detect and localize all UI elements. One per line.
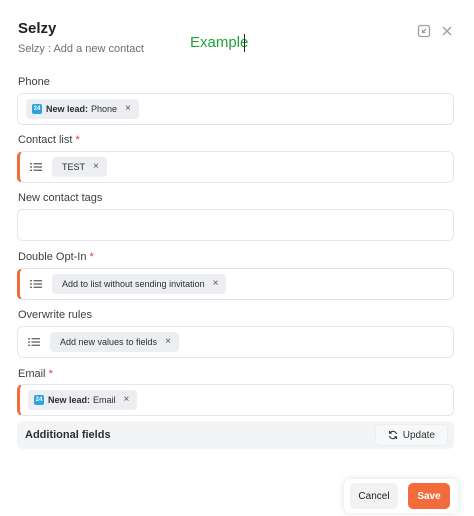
contact-list-label: Contact list * — [18, 134, 80, 146]
remove-chip-icon[interactable]: × — [93, 162, 99, 172]
double-opt-in-chip[interactable]: Add to list without sending invitation × — [52, 274, 227, 294]
collapse-icon[interactable] — [417, 24, 431, 38]
phone-mapping-chip[interactable]: 24 New lead: Phone × — [26, 99, 139, 119]
text-caret — [244, 34, 245, 52]
chip-value: Email — [93, 395, 116, 405]
close-icon[interactable] — [440, 24, 454, 38]
required-mark: * — [75, 134, 80, 146]
overwrite-rules-label: Overwrite rules — [18, 309, 92, 321]
new-contact-tags-label: New contact tags — [18, 192, 103, 204]
update-label: Update — [402, 429, 435, 441]
remove-chip-icon[interactable]: × — [213, 279, 219, 289]
bitrix24-badge-icon: 24 — [34, 395, 44, 405]
chip-value: TEST — [62, 162, 86, 172]
chip-value: Phone — [91, 104, 118, 114]
chip-value: Add to list without sending invitation — [62, 279, 205, 289]
additional-fields-section[interactable]: Additional fields Update — [17, 421, 454, 449]
chip-source-label: New lead: — [48, 395, 91, 405]
required-mark: * — [48, 368, 53, 380]
phone-field[interactable]: 24 New lead: Phone × — [17, 93, 454, 125]
list-icon[interactable] — [28, 335, 42, 349]
dialog-subtitle: Selzy : Add a new contact — [18, 43, 144, 55]
dialog-footer: Cancel Save — [344, 479, 458, 513]
chip-value: Add new values to fields — [60, 337, 158, 347]
remove-chip-icon[interactable]: × — [125, 104, 131, 114]
phone-label: Phone — [18, 76, 50, 88]
remove-chip-icon[interactable]: × — [165, 337, 171, 347]
refresh-icon — [388, 430, 397, 440]
typed-text: Example — [190, 34, 249, 51]
double-opt-in-field[interactable]: Add to list without sending invitation × — [17, 268, 454, 300]
email-mapping-chip[interactable]: 24 New lead: Email × — [28, 390, 138, 410]
double-opt-in-label: Double Opt-In * — [18, 251, 94, 263]
chip-source-label: New lead: — [46, 104, 89, 114]
cancel-button[interactable]: Cancel — [350, 483, 398, 509]
dialog-title: Selzy — [18, 20, 57, 37]
update-button[interactable]: Update — [374, 424, 448, 446]
remove-chip-icon[interactable]: × — [124, 395, 130, 405]
contact-list-chip[interactable]: TEST × — [52, 157, 107, 177]
list-icon[interactable] — [30, 160, 44, 174]
bitrix24-badge-icon: 24 — [32, 104, 42, 114]
email-label: Email * — [18, 368, 53, 380]
overwrite-rules-field[interactable]: Add new values to fields × — [17, 326, 454, 358]
save-button[interactable]: Save — [408, 483, 450, 509]
new-contact-tags-field[interactable] — [17, 209, 454, 241]
overwrite-rules-chip[interactable]: Add new values to fields × — [50, 332, 179, 352]
contact-list-field[interactable]: TEST × — [17, 151, 454, 183]
additional-fields-label: Additional fields — [25, 429, 111, 441]
email-field[interactable]: 24 New lead: Email × — [17, 384, 454, 416]
list-icon[interactable] — [30, 277, 44, 291]
required-mark: * — [89, 251, 94, 263]
